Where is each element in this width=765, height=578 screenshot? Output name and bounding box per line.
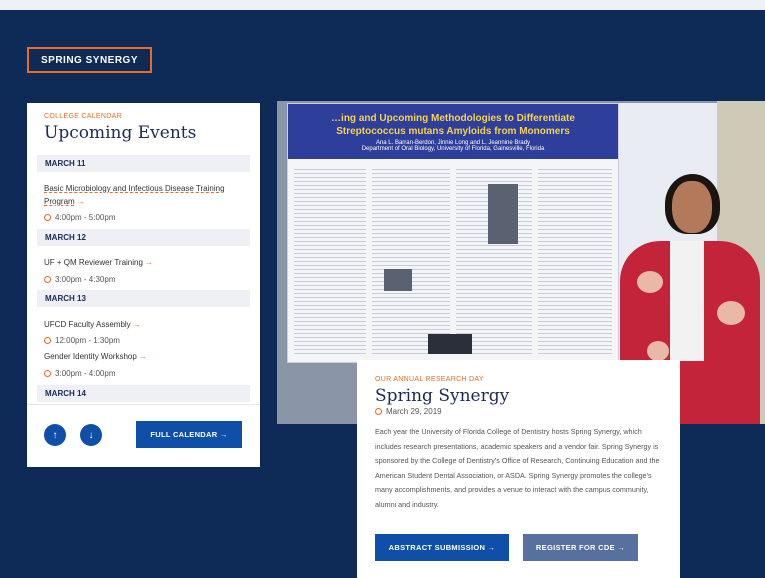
research-date-text: March 29, 2019 bbox=[386, 407, 442, 416]
scroll-down-button[interactable]: ↓ bbox=[80, 424, 102, 446]
research-poster: …ing and Upcoming Methodologies to Diffe… bbox=[287, 103, 619, 363]
poster-figure bbox=[488, 184, 518, 244]
top-strip bbox=[0, 0, 765, 10]
event-link[interactable]: UF + QM Reviewer Training bbox=[44, 258, 143, 267]
poster-figure bbox=[428, 334, 472, 354]
register-for-cde-button[interactable]: REGISTER FOR CDE → bbox=[523, 534, 638, 561]
arrow-right-icon: → bbox=[144, 258, 153, 267]
calendar-card: COLLEGE CALENDAR Upcoming Events MARCH 1… bbox=[27, 103, 260, 467]
time-text: 3:00pm - 4:00pm bbox=[55, 369, 116, 378]
research-day-card: OUR ANNUAL RESEARCH DAY Spring Synergy M… bbox=[357, 360, 680, 578]
jacket-pattern bbox=[637, 271, 663, 293]
event-title[interactable]: Basic Microbiology and Infectious Diseas… bbox=[44, 182, 249, 208]
calendar-eyebrow: COLLEGE CALENDAR bbox=[44, 113, 122, 120]
arrow-right-icon: → bbox=[76, 197, 85, 206]
arrow-right-icon: → bbox=[138, 352, 147, 361]
event-title[interactable]: UF + QM Reviewer Training → bbox=[44, 256, 249, 269]
spring-synergy-tag[interactable]: SPRING SYNERGY bbox=[27, 47, 152, 73]
poster-text-column bbox=[294, 166, 366, 356]
clock-icon bbox=[44, 370, 51, 377]
event-time: 3:00pm - 4:30pm bbox=[44, 275, 115, 284]
time-text: 4:00pm - 5:00pm bbox=[55, 213, 116, 222]
clock-icon bbox=[375, 408, 382, 415]
poster-text-column bbox=[372, 166, 450, 356]
presenter-shirt bbox=[670, 241, 704, 361]
abstract-submission-button[interactable]: ABSTRACT SUBMISSION → bbox=[375, 534, 509, 561]
date-header: MARCH 11 bbox=[37, 155, 250, 172]
arrow-up-icon: ↑ bbox=[52, 429, 58, 441]
clock-icon bbox=[44, 214, 51, 221]
event-link[interactable]: Basic Microbiology and Infectious Diseas… bbox=[44, 184, 225, 206]
event-time: 3:00pm - 4:00pm bbox=[44, 369, 115, 378]
event-time: 4:00pm - 5:00pm bbox=[44, 213, 115, 222]
event-link[interactable]: Gender Identity Workshop bbox=[44, 352, 137, 361]
date-header: MARCH 12 bbox=[37, 229, 250, 246]
event-title[interactable]: UFCD Faculty Assembly → bbox=[44, 318, 249, 331]
poster-authors: Ana L. Barran-Berdon, Jinnie Long and L.… bbox=[298, 140, 608, 152]
research-description: Each year the University of Florida Coll… bbox=[375, 427, 660, 509]
research-title: Spring Synergy bbox=[375, 386, 510, 406]
event-title[interactable]: Gender Identity Workshop → bbox=[44, 350, 249, 363]
poster-dept-text: Department of Oral Biology, University o… bbox=[361, 146, 545, 152]
arrow-right-icon: → bbox=[132, 320, 141, 329]
poster-header: …ing and Upcoming Methodologies to Diffe… bbox=[288, 104, 618, 159]
event-link[interactable]: UFCD Faculty Assembly bbox=[44, 320, 131, 329]
date-header: MARCH 14 bbox=[37, 385, 250, 402]
presenter-face bbox=[672, 181, 712, 233]
jacket-pattern bbox=[717, 301, 745, 325]
research-eyebrow: OUR ANNUAL RESEARCH DAY bbox=[375, 376, 484, 383]
poster-figure bbox=[384, 269, 412, 291]
time-text: 12:00pm - 1:30pm bbox=[55, 336, 120, 345]
jacket-pattern bbox=[647, 341, 669, 361]
clock-icon bbox=[44, 276, 51, 283]
poster-text-column bbox=[538, 166, 612, 356]
poster-title: …ing and Upcoming Methodologies to Diffe… bbox=[331, 113, 575, 137]
calendar-title: Upcoming Events bbox=[44, 123, 197, 143]
scroll-up-button[interactable]: ↑ bbox=[44, 424, 66, 446]
event-time: 12:00pm - 1:30pm bbox=[44, 336, 120, 345]
time-text: 3:00pm - 4:30pm bbox=[55, 275, 116, 284]
full-calendar-button[interactable]: FULL CALENDAR → bbox=[136, 421, 242, 448]
clock-icon bbox=[44, 337, 51, 344]
research-date: March 29, 2019 bbox=[375, 407, 442, 416]
date-header: MARCH 13 bbox=[37, 290, 250, 307]
arrow-down-icon: ↓ bbox=[88, 429, 94, 441]
